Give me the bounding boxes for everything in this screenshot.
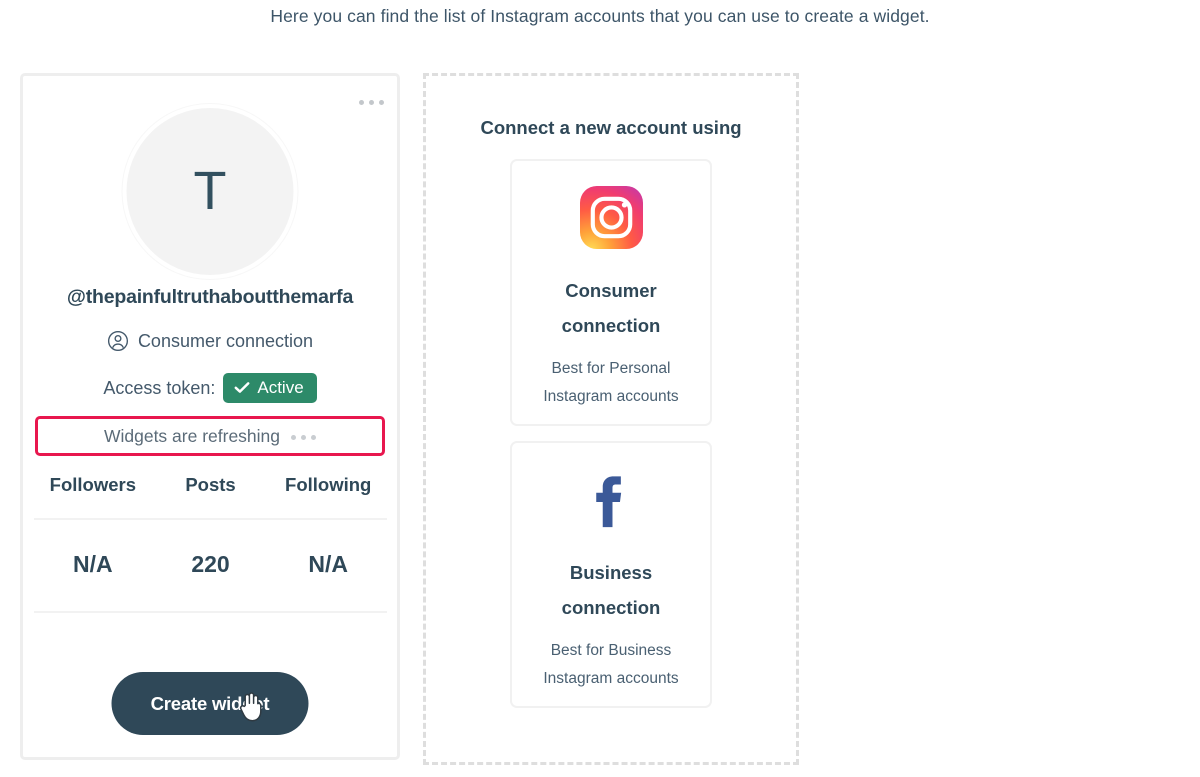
connection-type-row: Consumer connection: [23, 330, 397, 352]
loading-dots-icon: [291, 432, 317, 440]
kebab-dot: [359, 100, 364, 105]
option-title-line2: connection: [561, 315, 661, 336]
stats-header-row: Followers Posts Following: [34, 474, 387, 518]
option-title-line2: connection: [561, 597, 661, 618]
widgets-refreshing-notice: Widgets are refreshing: [35, 416, 385, 456]
stat-header-following: Following: [285, 474, 372, 495]
consumer-connection-option[interactable]: Consumer connection Best for Personal In…: [510, 159, 712, 426]
account-stats: Followers Posts Following N/A 220 N/A: [34, 474, 387, 613]
access-token-row: Access token: Active: [23, 373, 397, 403]
facebook-icon: [512, 443, 710, 555]
option-sub-line1: Best for Business: [550, 642, 672, 659]
page-root: Here you can find the list of Instagram …: [0, 0, 1200, 777]
option-sub-line2: Instagram accounts: [543, 388, 679, 405]
option-subtitle: Best for Personal Instagram accounts: [512, 343, 710, 411]
widgets-refreshing-label: Widgets are refreshing: [103, 425, 281, 446]
connect-panel-title: Connect a new account using: [480, 117, 742, 138]
instagram-account-card: T @thepainfultruthaboutthemarfa Consumer…: [20, 73, 400, 760]
connect-new-account-panel: Connect a new account using Consumer con…: [423, 73, 799, 765]
option-title: Business connection: [512, 555, 710, 625]
avatar: T: [126, 108, 294, 275]
option-sub-line2: Instagram accounts: [543, 670, 679, 687]
loading-dot: [311, 435, 317, 440]
stat-value-posts: 220: [191, 551, 230, 577]
stat-value-followers: N/A: [73, 551, 113, 577]
option-title: Consumer connection: [512, 273, 710, 343]
user-circle-icon: [107, 330, 129, 352]
business-connection-option[interactable]: Business connection Best for Business In…: [510, 441, 712, 708]
page-intro-text: Here you can find the list of Instagram …: [270, 6, 930, 26]
option-subtitle: Best for Business Instagram accounts: [512, 625, 710, 693]
create-widget-button[interactable]: Create widget: [111, 672, 309, 735]
avatar-initial: T: [193, 160, 227, 221]
status-badge: Active: [223, 373, 317, 403]
stat-header-posts: Posts: [185, 474, 236, 495]
stat-header-followers: Followers: [49, 474, 137, 495]
option-title-line1: Business: [569, 562, 653, 583]
access-token-label: Access token:: [103, 377, 216, 398]
check-icon: [234, 381, 250, 394]
status-badge-label: Active: [257, 378, 304, 397]
connection-type-label: Consumer connection: [137, 330, 314, 351]
kebab-menu-icon[interactable]: [359, 100, 384, 105]
stat-value-following: N/A: [308, 551, 348, 577]
option-sub-line1: Best for Personal: [551, 360, 671, 377]
loading-dot: [301, 435, 307, 440]
option-title-line1: Consumer: [565, 280, 657, 301]
stats-value-row: N/A 220 N/A: [34, 518, 387, 613]
instagram-icon: [512, 161, 710, 273]
account-handle: @thepainfultruthaboutthemarfa: [66, 286, 354, 308]
kebab-dot: [379, 100, 384, 105]
kebab-dot: [369, 100, 374, 105]
loading-dot: [291, 435, 297, 440]
